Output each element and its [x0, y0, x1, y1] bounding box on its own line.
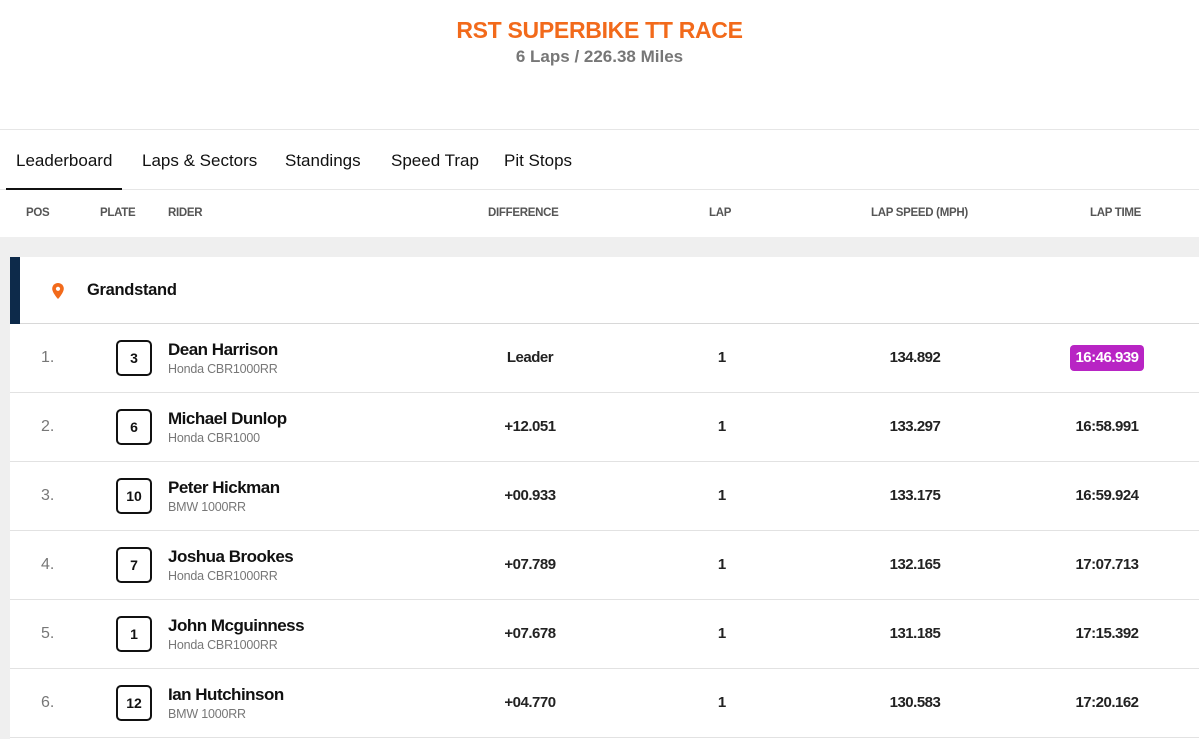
rider-bike: Honda CBR1000RR — [168, 362, 278, 376]
lap-time-fastest-badge: 16:46.939 — [1070, 345, 1144, 371]
col-lap-speed: LAP SPEED (MPH) — [871, 207, 968, 219]
rider-bike: Honda CBR1000RR — [168, 569, 278, 583]
table-row[interactable]: 6. 12 Ian Hutchinson BMW 1000RR +04.770 … — [10, 669, 1199, 738]
position: 4. — [41, 556, 55, 573]
col-lap: LAP — [709, 207, 732, 219]
rider-bike: BMW 1000RR — [168, 707, 246, 721]
tab-standings[interactable]: Standings — [285, 130, 361, 190]
col-pos: POS — [26, 207, 50, 219]
race-header: RST SUPERBIKE TT RACE 6 Laps / 226.38 Mi… — [0, 0, 1199, 129]
col-rider: RIDER — [168, 207, 203, 219]
lap-number: 1 — [717, 418, 727, 435]
lap-speed: 133.175 — [889, 487, 941, 504]
plate-number: 10 — [116, 478, 152, 514]
section-spacer — [0, 237, 1199, 257]
lap-speed: 133.297 — [889, 418, 941, 435]
lap-speed: 131.185 — [889, 625, 941, 642]
plate-number: 1 — [116, 616, 152, 652]
lap-number: 1 — [717, 625, 727, 642]
rider-bike: Honda CBR1000 — [168, 431, 260, 445]
tab-leaderboard[interactable]: Leaderboard — [5, 130, 123, 190]
left-gutter — [0, 257, 10, 739]
table-row[interactable]: 4. 7 Joshua Brookes Honda CBR1000RR +07.… — [10, 531, 1199, 600]
table-row[interactable]: 1. 3 Dean Harrison Honda CBR1000RR Leade… — [10, 324, 1199, 393]
difference: +00.933 — [504, 487, 556, 504]
lap-time: 17:07.713 — [1075, 556, 1139, 573]
tab-speed-trap[interactable]: Speed Trap — [391, 130, 479, 190]
lap-speed: 132.165 — [889, 556, 941, 573]
col-plate: PLATE — [100, 207, 136, 219]
rider-name[interactable]: Ian Hutchinson — [168, 685, 284, 705]
table-row[interactable]: 5. 1 John Mcguinness Honda CBR1000RR +07… — [10, 600, 1199, 669]
lap-number: 1 — [717, 487, 727, 504]
difference: +07.678 — [504, 625, 556, 642]
difference: Leader — [506, 349, 554, 366]
rider-bike: Honda CBR1000RR — [168, 638, 278, 652]
rider-name[interactable]: John Mcguinness — [168, 616, 305, 636]
plate-number: 12 — [116, 685, 152, 721]
lap-speed: 130.583 — [889, 694, 941, 711]
position: 5. — [41, 625, 55, 642]
difference: +12.051 — [504, 418, 556, 435]
plate-number: 6 — [116, 409, 152, 445]
difference: +07.789 — [504, 556, 556, 573]
position: 6. — [41, 694, 55, 711]
table-row[interactable]: 3. 10 Peter Hickman BMW 1000RR +00.933 1… — [10, 462, 1199, 531]
tab-pit-stops[interactable]: Pit Stops — [504, 130, 572, 190]
rider-name[interactable]: Joshua Brookes — [168, 547, 294, 567]
race-subtitle: 6 Laps / 226.38 Miles — [515, 47, 684, 66]
lap-time: 17:20.162 — [1075, 694, 1139, 711]
difference: +04.770 — [504, 694, 556, 711]
location-pin-icon — [52, 283, 64, 299]
rider-bike: BMW 1000RR — [168, 500, 246, 514]
race-title: RST SUPERBIKE TT RACE — [456, 17, 743, 43]
plate-number: 7 — [116, 547, 152, 583]
col-lap-time: LAP TIME — [1090, 207, 1142, 219]
position: 3. — [41, 487, 55, 504]
lap-number: 1 — [717, 694, 727, 711]
rider-name[interactable]: Peter Hickman — [168, 478, 280, 498]
col-difference: DIFFERENCE — [488, 207, 559, 219]
position: 2. — [41, 418, 55, 435]
rider-name[interactable]: Dean Harrison — [168, 340, 278, 360]
lap-speed: 134.892 — [889, 349, 941, 366]
lap-time: 16:58.991 — [1075, 418, 1139, 435]
section-label: Grandstand — [87, 281, 177, 299]
lap-number: 1 — [717, 556, 727, 573]
position: 1. — [41, 349, 55, 366]
rider-name[interactable]: Michael Dunlop — [168, 409, 287, 429]
section-accent-bar — [10, 257, 20, 324]
tab-bar: Leaderboard Laps & Sectors Standings Spe… — [0, 130, 1199, 190]
table-row[interactable]: 2. 6 Michael Dunlop Honda CBR1000 +12.05… — [10, 393, 1199, 462]
lap-time: 17:15.392 — [1075, 625, 1139, 642]
lap-number: 1 — [717, 349, 727, 366]
column-headers: POS PLATE RIDER DIFFERENCE LAP LAP SPEED… — [0, 191, 1199, 237]
plate-number: 3 — [116, 340, 152, 376]
section-grandstand: Grandstand — [10, 257, 1199, 324]
tab-laps-sectors[interactable]: Laps & Sectors — [142, 130, 257, 190]
lap-time: 16:59.924 — [1075, 487, 1139, 504]
